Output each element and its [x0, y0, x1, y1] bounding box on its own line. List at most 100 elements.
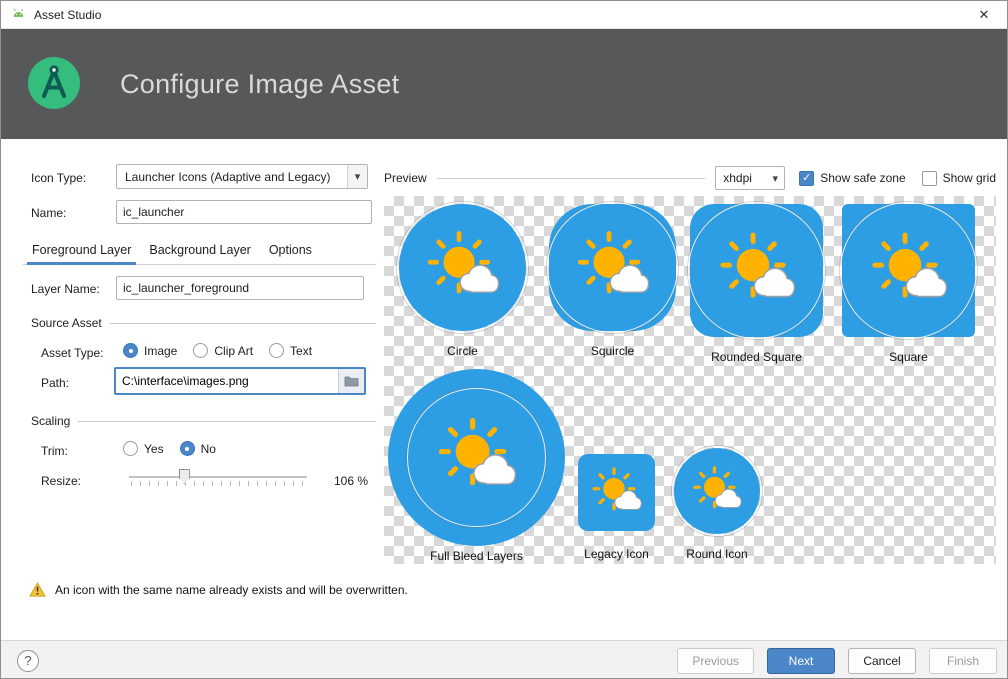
finish-button[interactable]: Finish: [929, 648, 997, 674]
density-dropdown[interactable]: xhdpi ▾: [715, 166, 785, 190]
squircle-icon-preview: [549, 204, 676, 331]
android-studio-logo-icon: [28, 57, 80, 112]
cancel-button[interactable]: Cancel: [848, 648, 916, 674]
density-value: xhdpi: [716, 171, 766, 185]
tile-label: Circle: [447, 344, 478, 358]
sun-cloud-icon: [427, 408, 526, 507]
asset-type-image-radio[interactable]: Image: [123, 343, 177, 358]
slider-ticks: [131, 481, 307, 486]
chevron-down-icon: ▾: [766, 172, 784, 185]
square-icon-preview: [842, 204, 975, 337]
radio-icon: [269, 343, 284, 358]
scaling-section-header: Scaling: [31, 414, 376, 428]
tab-label: Foreground Layer: [32, 243, 131, 257]
checkbox-checked-icon: ✓: [799, 171, 814, 186]
tile-label: Full Bleed Layers: [430, 549, 523, 563]
warning-message: An icon with the same name already exist…: [29, 582, 408, 597]
footer-bar: ? Previous Next Cancel Finish: [1, 640, 1007, 679]
path-field: [114, 367, 366, 395]
tab-foreground-layer[interactable]: Foreground Layer: [23, 237, 140, 264]
tab-options[interactable]: Options: [260, 237, 321, 264]
checkbox-label: Show safe zone: [820, 171, 905, 185]
radio-label: Text: [290, 344, 312, 358]
sun-cloud-icon: [709, 223, 805, 319]
page-title: Configure Image Asset: [120, 69, 399, 100]
asset-studio-dialog: Asset Studio ✕ Configure Image Asset Ico…: [0, 0, 1008, 679]
scaling-label: Scaling: [31, 414, 70, 428]
tab-label: Background Layer: [149, 243, 250, 257]
tile-label: Round Icon: [686, 547, 747, 561]
trim-label: Trim:: [41, 444, 68, 458]
tab-background-layer[interactable]: Background Layer: [140, 237, 259, 264]
help-icon: ?: [24, 653, 31, 668]
slider-track: [129, 476, 307, 478]
icon-type-label: Icon Type:: [31, 171, 86, 185]
trim-yes-radio[interactable]: Yes: [123, 441, 164, 456]
sun-cloud-icon: [861, 223, 957, 319]
close-button[interactable]: ✕: [961, 1, 1007, 29]
preview-tile-squircle: Squircle: [549, 204, 676, 358]
asset-type-text-radio[interactable]: Text: [269, 343, 312, 358]
help-button[interactable]: ?: [17, 650, 39, 672]
window-title: Asset Studio: [34, 8, 101, 22]
checkbox-icon: [922, 171, 937, 186]
asset-type-clipart-radio[interactable]: Clip Art: [193, 343, 253, 358]
checkbox-label: Show grid: [943, 171, 996, 185]
next-button[interactable]: Next: [767, 648, 835, 674]
radio-label: No: [201, 442, 216, 456]
radio-icon: [123, 441, 138, 456]
sun-cloud-icon: [686, 460, 748, 522]
sun-cloud-icon: [567, 222, 658, 313]
resize-label: Resize:: [41, 474, 81, 488]
tile-label: Legacy Icon: [584, 547, 649, 561]
full-bleed-icon-preview: [388, 369, 565, 546]
path-label: Path:: [41, 376, 69, 390]
source-asset-section-header: Source Asset: [31, 316, 376, 330]
footer-buttons: Previous Next Cancel Finish: [677, 648, 1007, 674]
warning-text: An icon with the same name already exist…: [55, 583, 408, 597]
close-icon: ✕: [979, 7, 990, 23]
trim-radio-group: Yes No: [123, 441, 216, 456]
preview-tile-legacy: Legacy Icon: [578, 454, 655, 561]
name-input[interactable]: [116, 200, 372, 224]
divider: [110, 323, 376, 324]
radio-label: Image: [144, 344, 177, 358]
android-icon: [11, 7, 26, 22]
icon-type-value: Launcher Icons (Adaptive and Legacy): [117, 170, 347, 184]
show-safe-zone-checkbox[interactable]: ✓ Show safe zone: [799, 171, 905, 186]
path-input[interactable]: [116, 369, 338, 393]
radio-label: Yes: [144, 442, 164, 456]
preview-canvas: Circle Squircle Rounded Square Square: [384, 196, 996, 564]
radio-selected-icon: [123, 343, 138, 358]
radio-label: Clip Art: [214, 344, 253, 358]
preview-tile-rounded-square: Rounded Square: [690, 204, 823, 364]
rounded-square-icon-preview: [690, 204, 823, 337]
resize-value: 106 %: [334, 474, 368, 488]
preview-tile-round: Round Icon: [674, 448, 760, 561]
previous-button[interactable]: Previous: [677, 648, 754, 674]
name-label: Name:: [31, 206, 66, 220]
layer-name-label: Layer Name:: [31, 282, 100, 296]
preview-label: Preview: [384, 171, 427, 185]
show-grid-checkbox[interactable]: Show grid: [922, 171, 996, 186]
radio-selected-icon: [180, 441, 195, 456]
icon-type-dropdown[interactable]: Launcher Icons (Adaptive and Legacy) ▾: [116, 164, 368, 189]
preview-tile-full-bleed: Full Bleed Layers: [388, 369, 565, 563]
trim-no-radio[interactable]: No: [180, 441, 216, 456]
tab-label: Options: [269, 243, 312, 257]
asset-type-radio-group: Image Clip Art Text: [123, 343, 312, 358]
layer-tabs: Foreground Layer Background Layer Option…: [23, 237, 376, 265]
legacy-icon-preview: [578, 454, 655, 531]
sun-cloud-icon: [417, 222, 508, 313]
radio-icon: [193, 343, 208, 358]
preview-header: Preview xhdpi ▾ ✓ Show safe zone Show gr…: [384, 165, 996, 191]
resize-slider[interactable]: [129, 467, 307, 489]
tile-label: Rounded Square: [711, 350, 802, 364]
sun-cloud-icon: [585, 461, 648, 524]
asset-type-label: Asset Type:: [41, 346, 103, 360]
title-bar: Asset Studio ✕: [1, 1, 1007, 29]
browse-folder-button[interactable]: [338, 369, 364, 393]
layer-name-input[interactable]: [116, 276, 364, 300]
header-banner: Configure Image Asset: [1, 29, 1007, 139]
check-icon: ✓: [802, 173, 811, 184]
